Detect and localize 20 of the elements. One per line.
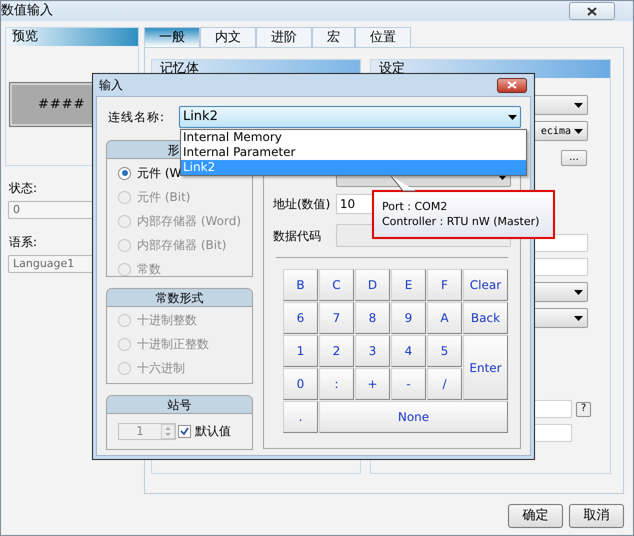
- station-value: 1: [135, 423, 145, 440]
- default-label: 默认值: [195, 423, 231, 440]
- radio-label: 元件 (W: [137, 165, 182, 182]
- radio-label: 十进制整数: [137, 312, 197, 329]
- radio-label: 元件 (Bit): [137, 189, 190, 206]
- radio-label: 内部存储器 (Word): [137, 213, 242, 230]
- address-label: 地址(数值): [273, 196, 332, 213]
- data-code-label: 数据代码: [273, 228, 322, 244]
- tooltip-text: Port : COM2: [382, 199, 448, 214]
- group-title: 常数形式: [107, 289, 252, 307]
- window-title: 数值输入: [1, 2, 53, 20]
- radio-label: 十进制正整数: [137, 336, 209, 353]
- status-label: 状态:: [9, 180, 38, 197]
- tooltip-text: Controller : RTU nW (Master): [382, 214, 540, 229]
- radio-label: 内部存储器 (Bit): [137, 237, 226, 254]
- language-label: 语系:: [9, 234, 38, 251]
- group-title: 站号: [107, 396, 252, 414]
- radio-label: 十六进制: [137, 360, 185, 377]
- panel-header: 预览: [6, 28, 138, 46]
- radio-label: 常数: [137, 261, 161, 278]
